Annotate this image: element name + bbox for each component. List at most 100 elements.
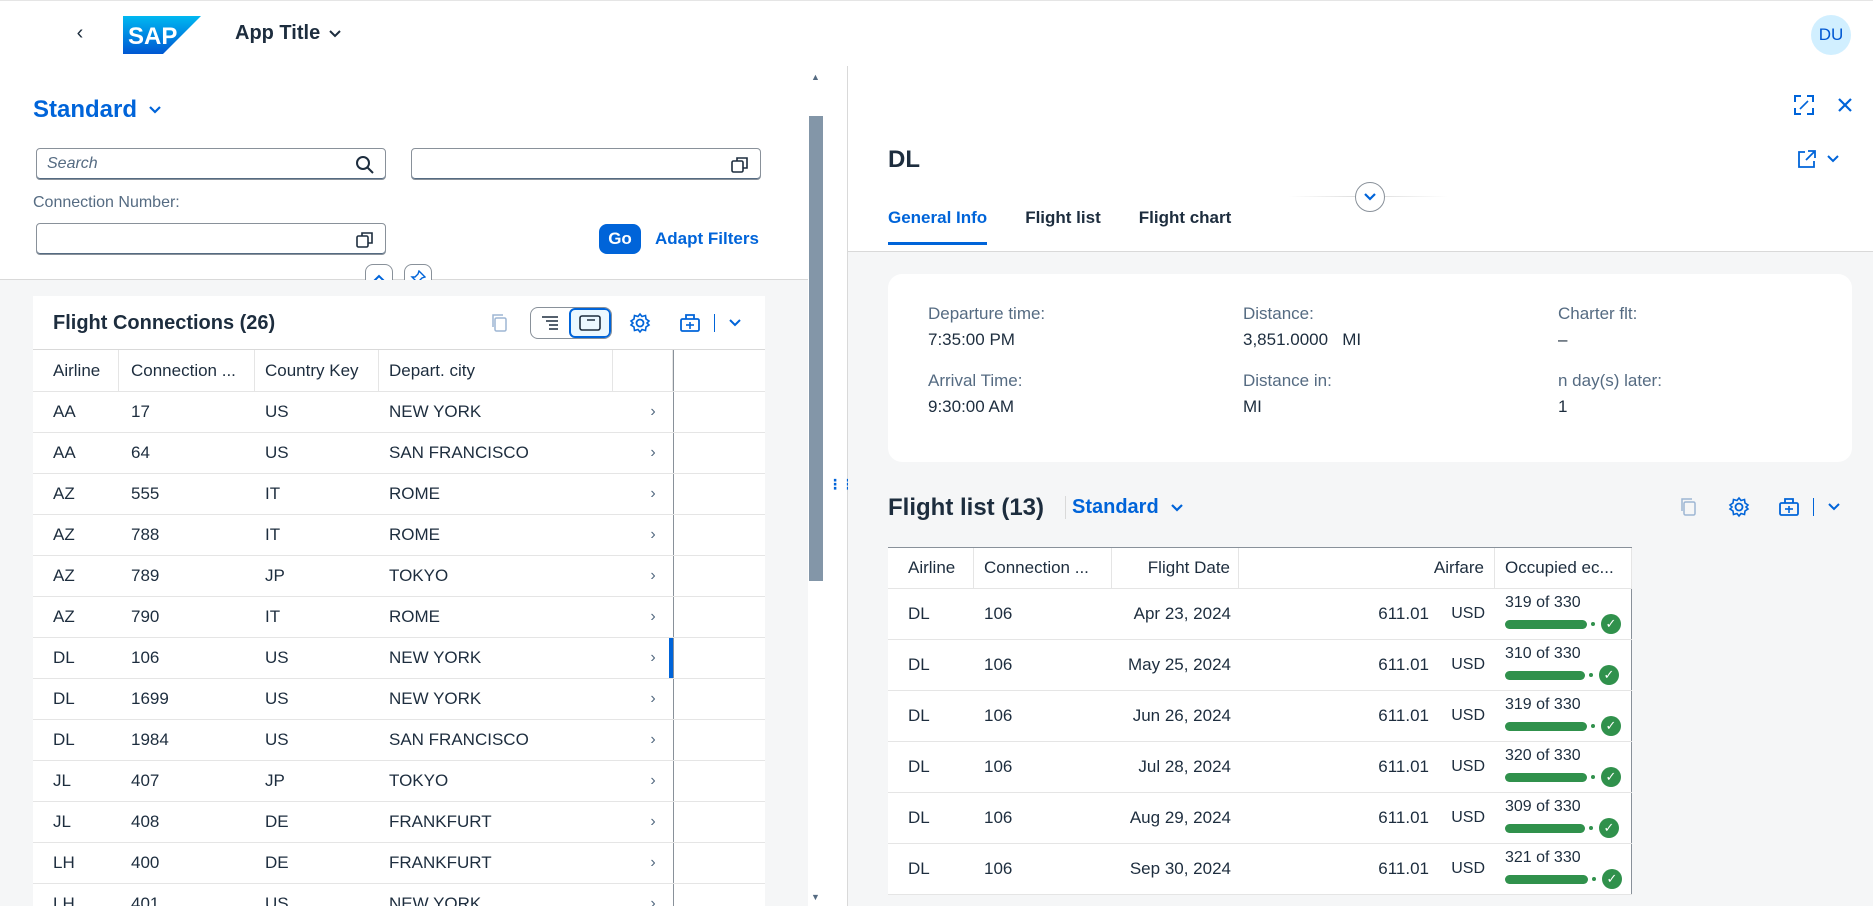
- sap-logo[interactable]: SAP: [123, 16, 201, 54]
- table-row[interactable]: AZ 555 IT ROME ›: [33, 474, 765, 515]
- table-row[interactable]: DL 106 Jul 28, 2024 611.01 USD 320 of 330 ✓: [888, 742, 1632, 793]
- column-header-connection[interactable]: Connection ...: [119, 350, 255, 391]
- table-row[interactable]: LH 401 US NEW YORK ›: [33, 884, 765, 906]
- cell-country: IT: [265, 607, 281, 626]
- search-input[interactable]: Search: [36, 148, 386, 180]
- go-button[interactable]: Go: [599, 224, 641, 254]
- airfare-currency: USD: [1451, 707, 1485, 724]
- column-header-airfare[interactable]: Airfare: [1239, 548, 1495, 588]
- column-splitter[interactable]: ⋮⋮: [824, 66, 855, 906]
- share-menu-chevron-icon[interactable]: [1820, 146, 1846, 172]
- table-row[interactable]: DL 106 Jun 26, 2024 611.01 USD 319 of 330 ✓: [888, 691, 1632, 742]
- fullscreen-icon[interactable]: [1791, 92, 1817, 118]
- close-icon[interactable]: [1832, 92, 1858, 118]
- cell-city: SAN FRANCISCO: [389, 730, 529, 749]
- flat-view-icon[interactable]: [569, 308, 611, 338]
- column-header-airline[interactable]: Airline: [33, 350, 119, 391]
- view-toggle[interactable]: [530, 307, 612, 339]
- scroll-up-arrow-icon[interactable]: ▲: [811, 72, 820, 82]
- row-navigation-chevron-icon[interactable]: ›: [613, 679, 673, 719]
- cell-occupied: 319 of 330 ✓: [1495, 691, 1632, 741]
- row-navigation-chevron-icon[interactable]: ›: [613, 474, 673, 514]
- cell-country: DE: [265, 812, 289, 831]
- variant-management[interactable]: Standard: [33, 96, 163, 124]
- row-navigation-chevron-icon[interactable]: ›: [613, 884, 673, 906]
- vertical-scrollbar[interactable]: ▲ ▼: [808, 66, 824, 906]
- table-empty-area: [673, 679, 765, 719]
- row-navigation-chevron-icon[interactable]: ›: [613, 597, 673, 637]
- progress-end-dot: [1591, 724, 1595, 728]
- row-navigation-chevron-icon[interactable]: ›: [613, 802, 673, 842]
- cell-country: IT: [265, 525, 281, 544]
- table-row[interactable]: LH 400 DE FRANKFURT ›: [33, 843, 765, 884]
- filter-input-2[interactable]: [411, 148, 761, 180]
- flight-list-variant[interactable]: Standard: [1065, 496, 1185, 519]
- occupied-progress-bar: ✓: [1505, 818, 1619, 838]
- cell-flight-date: Apr 23, 2024: [1133, 604, 1231, 623]
- table-row[interactable]: JL 408 DE FRANKFURT ›: [33, 802, 765, 843]
- table-row[interactable]: AZ 789 JP TOKYO ›: [33, 556, 765, 597]
- table-row[interactable]: AZ 788 IT ROME ›: [33, 515, 765, 556]
- table-row[interactable]: JL 407 JP TOKYO ›: [33, 761, 765, 802]
- tab-flight-chart[interactable]: Flight chart: [1139, 208, 1232, 245]
- column-header-occupied[interactable]: Occupied ec...: [1495, 548, 1632, 588]
- table-row[interactable]: DL 106 Apr 23, 2024 611.01 USD 319 of 330 ✓: [888, 589, 1632, 640]
- export-menu-chevron-icon[interactable]: [1819, 492, 1849, 522]
- settings-icon[interactable]: [625, 308, 655, 338]
- share-icon[interactable]: [1794, 146, 1820, 172]
- search-icon[interactable]: [355, 155, 375, 175]
- value-help-icon[interactable]: [355, 230, 375, 250]
- row-navigation-chevron-icon[interactable]: ›: [613, 843, 673, 883]
- adapt-filters-button[interactable]: Adapt Filters: [655, 229, 759, 249]
- table-row[interactable]: AA 17 US NEW YORK ›: [33, 392, 765, 433]
- table-row[interactable]: AZ 790 IT ROME ›: [33, 597, 765, 638]
- table-row[interactable]: DL 106 Sep 30, 2024 611.01 USD 321 of 330 ✓: [888, 844, 1632, 895]
- hierarchy-view-icon[interactable]: [531, 308, 569, 338]
- column-header-connection[interactable]: Connection ...: [974, 548, 1112, 588]
- copy-icon[interactable]: [485, 308, 515, 338]
- copy-icon[interactable]: [1674, 492, 1704, 522]
- row-navigation-chevron-icon[interactable]: ›: [613, 761, 673, 801]
- export-icon[interactable]: [676, 308, 706, 338]
- row-navigation-chevron-icon[interactable]: ›: [613, 433, 673, 473]
- table-row[interactable]: DL 106 US NEW YORK ›: [33, 638, 765, 679]
- avatar[interactable]: DU: [1811, 15, 1851, 55]
- cell-occupied: 320 of 330 ✓: [1495, 742, 1632, 792]
- column-header-city[interactable]: Depart. city: [379, 350, 613, 391]
- value-help-icon[interactable]: [730, 155, 750, 175]
- row-navigation-chevron-icon[interactable]: ›: [613, 556, 673, 596]
- app-title[interactable]: App Title: [235, 22, 342, 45]
- table-row[interactable]: DL 106 Aug 29, 2024 611.01 USD 309 of 330 ✓: [888, 793, 1632, 844]
- cell-country: DE: [265, 853, 289, 872]
- cell-country: US: [265, 648, 289, 667]
- airfare-value: 611.01: [1378, 706, 1429, 725]
- column-header-airline[interactable]: Airline: [888, 548, 974, 588]
- occupied-progress-bar: ✓: [1505, 716, 1621, 736]
- scrollbar-thumb[interactable]: [809, 116, 823, 581]
- connection-number-input[interactable]: [36, 223, 386, 255]
- cell-airfare: 611.01 USD: [1239, 691, 1495, 741]
- tab-flight-list[interactable]: Flight list: [1025, 208, 1101, 245]
- table-row[interactable]: DL 106 May 25, 2024 611.01 USD 310 of 330 ✓: [888, 640, 1632, 691]
- expand-header-button[interactable]: [1355, 182, 1385, 212]
- table-row[interactable]: DL 1984 US SAN FRANCISCO ›: [33, 720, 765, 761]
- table-row[interactable]: DL 1699 US NEW YORK ›: [33, 679, 765, 720]
- export-icon[interactable]: [1775, 492, 1805, 522]
- cell-connection: 401: [131, 894, 160, 906]
- table-row[interactable]: AA 64 US SAN FRANCISCO ›: [33, 433, 765, 474]
- cell-connection: 1699: [131, 689, 169, 708]
- row-navigation-chevron-icon[interactable]: ›: [613, 392, 673, 432]
- settings-icon[interactable]: [1724, 492, 1754, 522]
- scroll-down-arrow-icon[interactable]: ▼: [811, 892, 820, 902]
- export-menu-chevron-icon[interactable]: [720, 308, 750, 338]
- row-navigation-chevron-icon[interactable]: ›: [613, 720, 673, 760]
- tab-general-info[interactable]: General Info: [888, 208, 988, 245]
- column-header-flight-date[interactable]: Flight Date: [1112, 548, 1239, 588]
- column-header-country[interactable]: Country Key: [255, 350, 379, 391]
- connections-toolbar: Flight Connections (26): [33, 296, 765, 350]
- row-navigation-chevron-icon[interactable]: ›: [613, 638, 673, 678]
- days-later-label: n day(s) later:: [1558, 371, 1662, 390]
- back-icon[interactable]: ‹: [68, 21, 92, 45]
- row-navigation-chevron-icon[interactable]: ›: [613, 515, 673, 555]
- cell-connection: 1984: [131, 730, 169, 749]
